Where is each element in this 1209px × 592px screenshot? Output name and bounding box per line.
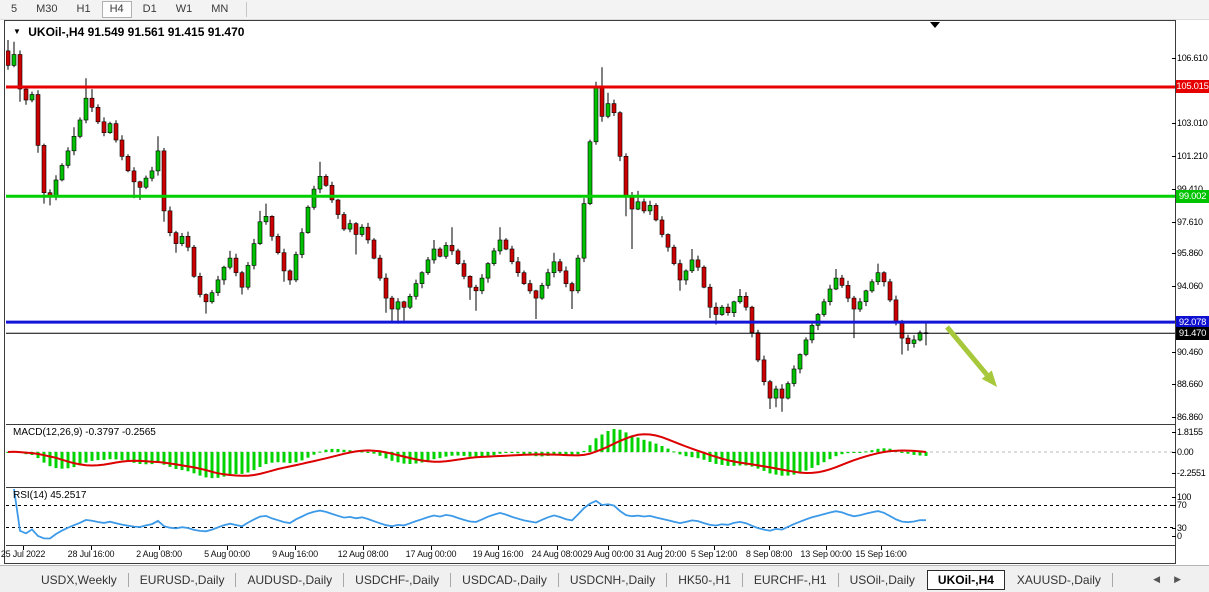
date-label: 5 Aug 00:00 xyxy=(189,549,265,559)
axis-tick-mark xyxy=(1172,505,1176,506)
timeframe-button-m30[interactable]: M30 xyxy=(28,1,65,18)
time-axis: 25 Jul 202228 Jul 16:002 Aug 08:005 Aug … xyxy=(6,546,1175,563)
rsi-pane[interactable]: RSI(14) 45.2517 xyxy=(6,488,1175,546)
axis-tick-mark xyxy=(1172,473,1176,474)
symbol-tabbar: USDX,WeeklyEURUSD-,DailyAUDUSD-,DailyUSD… xyxy=(0,565,1209,592)
date-label: 9 Aug 16:00 xyxy=(257,549,333,559)
timeframe-button-w1[interactable]: W1 xyxy=(168,1,201,18)
rsi-tick-label: 70 xyxy=(1177,500,1209,510)
chart-ohlc-values: 91.549 91.561 91.415 91.470 xyxy=(88,25,245,39)
price-tick-label: 97.610 xyxy=(1177,217,1209,227)
tab-ukoil-h4[interactable]: UKOil-,H4 xyxy=(927,570,1005,590)
date-label: 28 Jul 16:00 xyxy=(53,549,129,559)
axis-tick-mark xyxy=(1172,352,1176,353)
axis-tick-mark xyxy=(1172,452,1176,453)
axis-tick-mark xyxy=(1172,253,1176,254)
price-tick-label: 94.060 xyxy=(1177,281,1209,291)
chevron-down-icon[interactable]: ▼ xyxy=(13,27,21,36)
axis-tick-mark xyxy=(1172,384,1176,385)
tab-usdchf-daily[interactable]: USDCHF-,Daily xyxy=(344,570,450,590)
timeframe-toolbar: 5M30H1H4D1W1MN xyxy=(0,0,1209,20)
timeframe-button-h1[interactable]: H1 xyxy=(69,1,99,18)
chart-window: ▼ UKOil-,H4 91.549 91.561 91.415 91.470 … xyxy=(4,20,1176,564)
scroll-left-icon[interactable]: ◀ xyxy=(1153,574,1174,584)
chart-title: ▼ UKOil-,H4 91.549 91.561 91.415 91.470 xyxy=(13,25,244,39)
date-label: 17 Aug 00:00 xyxy=(393,549,469,559)
date-label: 15 Sep 16:00 xyxy=(843,549,919,559)
price-tick-label: 101.210 xyxy=(1177,151,1209,161)
timeframe-button-d1[interactable]: D1 xyxy=(135,1,165,18)
macd-tick-label: 0.00 xyxy=(1177,447,1209,457)
price-tick-label: 86.860 xyxy=(1177,412,1209,422)
axis-tick-mark xyxy=(1172,286,1176,287)
tab-separator xyxy=(1112,573,1113,587)
price-axis: 106.610103.010101.21099.41097.61095.8609… xyxy=(1176,20,1209,564)
trend-arrow-shaft xyxy=(947,327,987,375)
axis-tick-mark xyxy=(1172,58,1176,59)
timeframe-button-h4[interactable]: H4 xyxy=(102,1,132,18)
tab-xauusd-daily[interactable]: XAUUSD-,Daily xyxy=(1006,570,1112,590)
mt4-terminal: 5M30H1H4D1W1MN ▼ UKOil-,H4 91.549 91.561… xyxy=(0,0,1209,592)
chart-shift-marker xyxy=(930,22,940,28)
date-label: 12 Aug 08:00 xyxy=(325,549,401,559)
axis-tick-mark xyxy=(1172,536,1176,537)
timeframe-button-mn[interactable]: MN xyxy=(203,1,236,18)
axis-tick-mark xyxy=(1172,528,1176,529)
date-label: 2 Aug 08:00 xyxy=(121,549,197,559)
macd-tick-label: 1.8155 xyxy=(1177,427,1209,437)
tab-usoil-daily[interactable]: USOil-,Daily xyxy=(839,570,926,590)
tab-eurchf-h1[interactable]: EURCHF-,H1 xyxy=(743,570,838,590)
axis-tick-mark xyxy=(1172,417,1176,418)
macd-tick-label: -2.2551 xyxy=(1177,468,1209,478)
rsi-label: RSI(14) 45.2517 xyxy=(13,490,86,501)
date-label: 25 Jul 2022 xyxy=(0,549,61,559)
price-tick-label: 106.610 xyxy=(1177,53,1209,63)
tab-hk50-h1[interactable]: HK50-,H1 xyxy=(667,570,742,590)
axis-tick-mark xyxy=(1172,432,1176,433)
macd-pane[interactable]: MACD(12,26,9) -0.3797 -0.2565 xyxy=(6,425,1175,488)
chart-symbol: UKOil-,H4 xyxy=(28,25,84,39)
mid-line-badge: 99.002 xyxy=(1176,190,1209,203)
tab-scroll-arrows[interactable]: ◀▶ xyxy=(1153,574,1195,585)
rsi-line xyxy=(14,489,926,539)
price-chart-pane[interactable] xyxy=(6,21,1175,425)
axis-tick-mark xyxy=(1172,497,1176,498)
tab-usdcnh-daily[interactable]: USDCNH-,Daily xyxy=(559,570,666,590)
price-tick-label: 103.010 xyxy=(1177,118,1209,128)
axis-tick-mark xyxy=(1172,222,1176,223)
price-tick-label: 90.460 xyxy=(1177,347,1209,357)
scroll-right-icon[interactable]: ▶ xyxy=(1174,574,1195,584)
last-price-line-badge: 91.470 xyxy=(1176,327,1209,340)
price-tick-label: 88.660 xyxy=(1177,379,1209,389)
rsi-tick-label: 0 xyxy=(1177,531,1209,541)
price-tick-label: 95.860 xyxy=(1177,248,1209,258)
axis-tick-mark xyxy=(1172,123,1176,124)
resistance-line-badge: 105.015 xyxy=(1176,80,1209,93)
tab-audusd-daily[interactable]: AUDUSD-,Daily xyxy=(236,570,343,590)
tab-usdcad-daily[interactable]: USDCAD-,Daily xyxy=(451,570,558,590)
tab-usdx-weekly[interactable]: USDX,Weekly xyxy=(30,570,128,590)
axis-tick-mark xyxy=(1172,156,1176,157)
tab-eurusd-daily[interactable]: EURUSD-,Daily xyxy=(129,570,236,590)
toolbar-separator xyxy=(246,2,247,17)
timeframe-button-5[interactable]: 5 xyxy=(3,1,25,18)
macd-label: MACD(12,26,9) -0.3797 -0.2565 xyxy=(13,427,156,438)
